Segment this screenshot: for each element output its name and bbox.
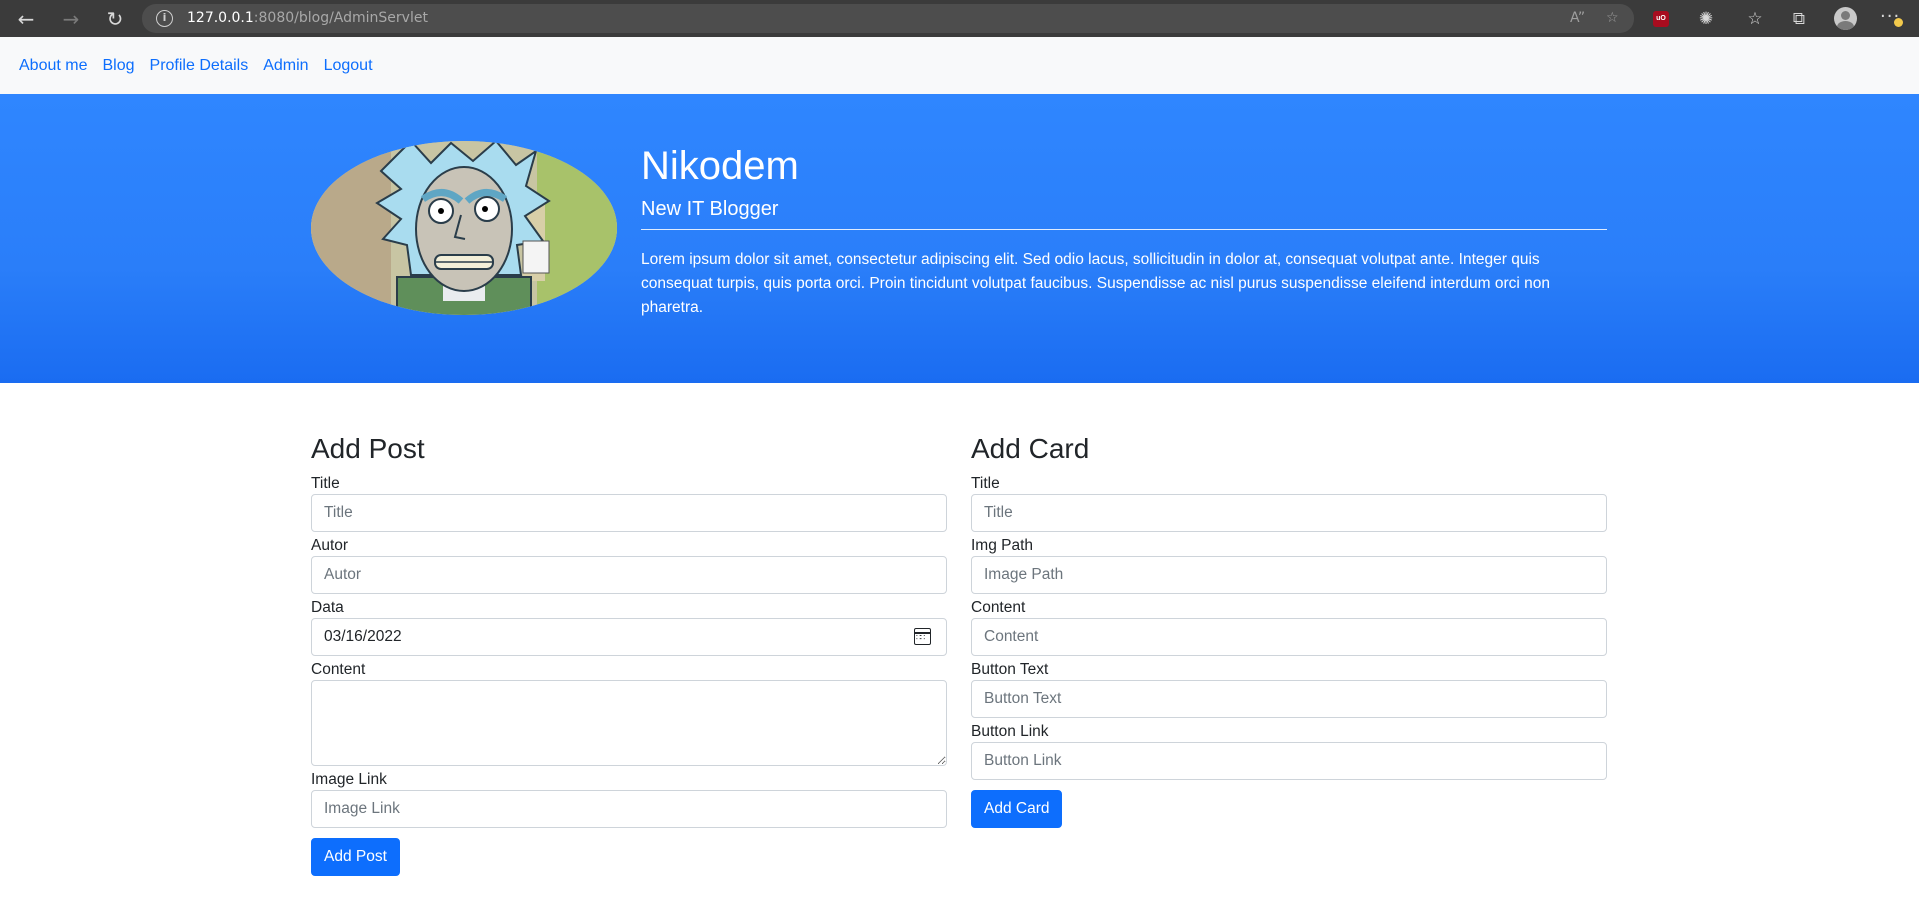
profile-avatar-image [311,141,617,315]
card-button-link-label: Button Link [971,723,1049,740]
nav-link-profile-details[interactable]: Profile Details [150,57,249,75]
extensions-icon[interactable]: ✺ [1693,6,1719,32]
favorite-add-icon[interactable]: ☆ [1606,10,1619,26]
site-navbar: About me Blog Profile Details Admin Logo… [0,37,1919,94]
browser-toolbar: ← → ↻ i 127.0.0.1:8080/blog/AdminServlet… [0,0,1919,37]
calendar-icon[interactable] [914,628,931,645]
post-title-input[interactable] [311,494,947,532]
card-img-path-label: Img Path [971,537,1034,554]
post-title-label: Title [311,475,340,492]
info-icon[interactable]: i [156,10,173,27]
post-data-label: Data [311,599,344,616]
card-content-label: Content [971,599,1026,616]
profile-hero: Nikodem New IT Blogger Lorem ipsum dolor… [0,94,1919,383]
card-button-link-input[interactable] [971,742,1607,780]
post-image-link-label: Image Link [311,771,387,788]
ublock-extension-icon[interactable]: uO [1653,11,1669,27]
post-content-textarea[interactable] [311,680,947,766]
card-button-text-input[interactable] [971,680,1607,718]
profile-description: Lorem ipsum dolor sit amet, consectetur … [641,251,1550,316]
card-title-input[interactable] [971,494,1607,532]
url-text[interactable]: 127.0.0.1:8080/blog/AdminServlet [187,10,428,26]
url-host: 127.0.0.1 [187,10,254,26]
add-post-form: Add Post Title Autor Data Content Image … [311,430,947,876]
post-image-link-input[interactable] [311,790,947,828]
post-autor-input[interactable] [311,556,947,594]
nav-link-blog[interactable]: Blog [102,57,134,75]
profile-name: Nikodem [641,144,799,188]
nav-link-admin[interactable]: Admin [263,57,308,75]
nav-link-about-me[interactable]: About me [19,57,87,75]
hero-divider [641,229,1607,230]
post-autor-label: Autor [311,537,349,554]
update-warning-icon [1894,18,1903,27]
read-aloud-icon[interactable]: A” [1570,10,1585,26]
card-button-text-label: Button Text [971,661,1049,678]
back-arrow-icon[interactable]: ← [12,5,40,33]
add-post-heading: Add Post [311,433,425,464]
forward-arrow-icon[interactable]: → [57,5,85,33]
card-img-path-input[interactable] [971,556,1607,594]
post-date-field [311,618,947,656]
reload-icon[interactable]: ↻ [101,5,129,33]
nav-link-logout[interactable]: Logout [324,57,373,75]
post-date-input[interactable] [311,618,947,656]
card-title-label: Title [971,475,1000,492]
collections-icon[interactable]: ⧉ [1786,6,1812,32]
profile-subtitle: New IT Blogger [641,198,779,220]
address-bar[interactable]: i 127.0.0.1:8080/blog/AdminServlet A” ☆ [142,4,1634,33]
add-card-button[interactable]: Add Card [971,790,1063,828]
add-card-heading: Add Card [971,433,1090,464]
post-content-label: Content [311,661,366,678]
url-path: :8080/blog/AdminServlet [253,10,428,26]
card-content-input[interactable] [971,618,1607,656]
favorites-icon[interactable]: ☆ [1742,6,1768,32]
add-card-form: Add Card Title Img Path Content Button T… [971,430,1607,828]
add-post-button[interactable]: Add Post [311,838,400,876]
profile-avatar-icon[interactable] [1834,7,1857,30]
